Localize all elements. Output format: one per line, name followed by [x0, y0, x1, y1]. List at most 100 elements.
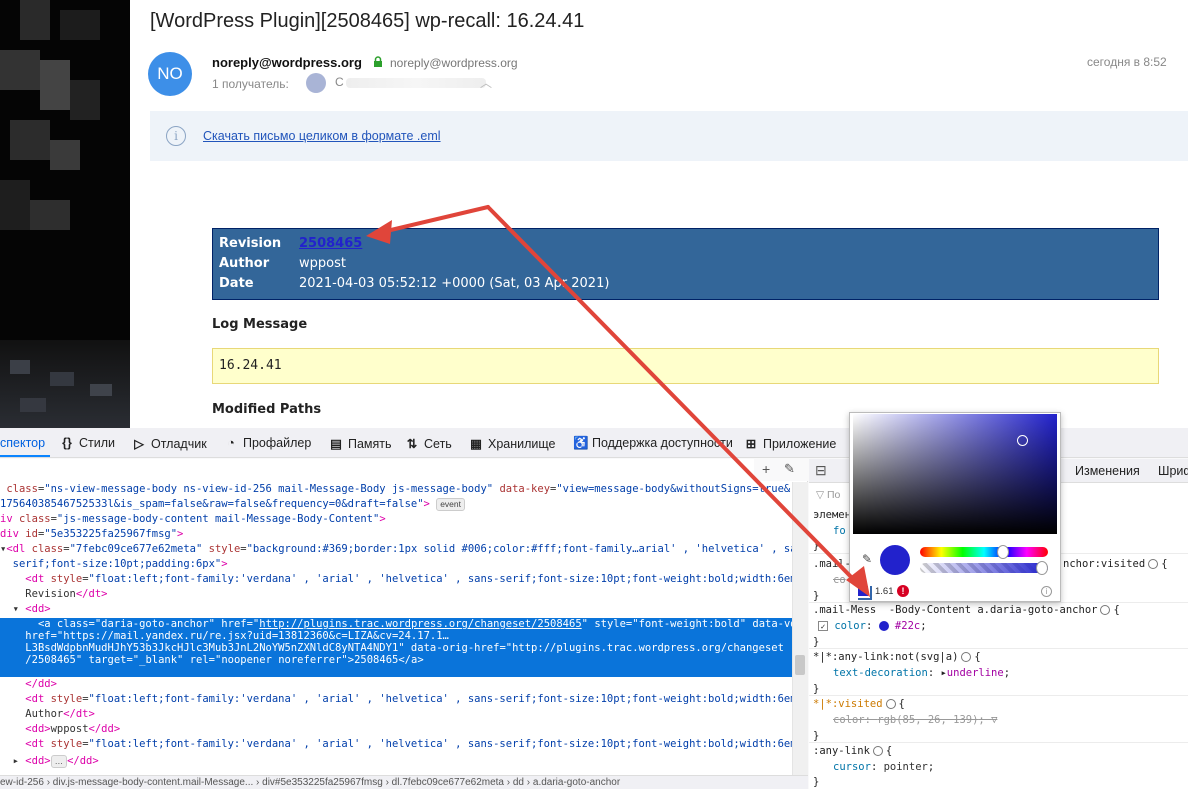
- filter-icon: ▽: [816, 489, 825, 501]
- info-icon[interactable]: i: [1041, 586, 1052, 597]
- filter-icon[interactable]: ▽: [991, 714, 997, 726]
- download-eml-link[interactable]: Скачать письмо целиком в формате .eml: [203, 129, 441, 143]
- tab-profiler[interactable]: ◔ Профайлер: [224, 436, 311, 450]
- checkbox-icon[interactable]: ✓: [818, 621, 828, 631]
- alpha-slider-handle[interactable]: [1036, 561, 1048, 575]
- memory-icon: ▤: [330, 437, 342, 451]
- inspector-toolbar: + ✎: [754, 459, 808, 481]
- markup-line[interactable]: <dd>wppost</dd>: [0, 723, 120, 735]
- left-pixelated-panel: [0, 0, 130, 428]
- warning-icon: !: [897, 585, 909, 597]
- markup-line[interactable]: ▾ <dd>: [0, 603, 51, 615]
- markup-line[interactable]: <dt style="float:left;font-family:'verda…: [0, 573, 807, 585]
- recipient-initial: С: [335, 75, 344, 89]
- gear-icon[interactable]: [872, 746, 883, 756]
- date-label: Date: [219, 276, 254, 291]
- markup-line[interactable]: <dt style="float:left;font-family:'verda…: [0, 693, 807, 705]
- arrows-updown-icon: ⇅: [406, 437, 418, 451]
- markup-line[interactable]: ▸ <dd>… </dd>: [0, 755, 99, 768]
- contrast-swatch: [856, 584, 870, 598]
- sender-avatar[interactable]: NO: [148, 52, 192, 96]
- markup-line[interactable]: div id="5e353225fa25967fmsg">: [0, 528, 183, 540]
- breadcrumb[interactable]: ew-id-256 › div.js-message-body-content.…: [0, 775, 808, 789]
- screenshot-root: [WordPress Plugin][2508465] wp-recall: 1…: [0, 0, 1188, 789]
- markup-line[interactable]: ▾<dl class="7febc09ce677e62meta" style="…: [0, 543, 807, 555]
- tab-network[interactable]: ⇅ Сеть: [405, 436, 452, 451]
- filter-styles-input[interactable]: ▽ По: [816, 489, 840, 501]
- alpha-slider[interactable]: [920, 563, 1048, 573]
- storage-icon: ▦: [470, 437, 482, 451]
- markup-line[interactable]: 17564038546752533l&is_spam=false&raw=fal…: [0, 498, 465, 511]
- markup-line[interactable]: Revision</dt>: [0, 588, 107, 600]
- saturation-value-area[interactable]: [853, 414, 1057, 534]
- markup-line[interactable]: <dt style="float:left;font-family:'verda…: [0, 738, 807, 750]
- tab-fonts[interactable]: Шриф: [1158, 464, 1188, 478]
- color-swatch[interactable]: [878, 621, 889, 631]
- rule4-declaration[interactable]: color: rgb(85, 26, 139); ▽: [833, 714, 997, 726]
- tab-accessibility[interactable]: ♿ Поддержка доступности: [573, 436, 733, 451]
- rule1-selector-tail[interactable]: nchor:visited{: [1063, 558, 1168, 570]
- eyedropper-icon[interactable]: ✎: [862, 552, 872, 566]
- mail-time: сегодня в 8:52: [1087, 55, 1167, 69]
- sender-name[interactable]: noreply@wordpress.org: [212, 55, 362, 70]
- tab-storage[interactable]: ▦ Хранилище: [469, 436, 555, 451]
- mail-subject: [WordPress Plugin][2508465] wp-recall: 1…: [150, 10, 585, 32]
- grid-icon: ⊞: [745, 437, 757, 451]
- inspector-markup-view[interactable]: class="ns-view-message-body ns-view-id-2…: [0, 459, 808, 775]
- author-label: Author: [219, 256, 270, 271]
- tab-memory[interactable]: ▤ Память: [329, 436, 391, 451]
- gear-icon[interactable]: [961, 652, 972, 662]
- accessibility-icon: ♿: [573, 436, 589, 450]
- date-row: Date 2021-04-03 05:52:12 +0000 (Sat, 03 A…: [219, 276, 609, 291]
- rule5-selector[interactable]: :any-link{: [813, 745, 892, 757]
- markup-line[interactable]: class="ns-view-message-body ns-view-id-2…: [0, 483, 790, 495]
- revision-link[interactable]: 2508465: [299, 236, 362, 251]
- rule4-selector[interactable]: *|*:visited{: [813, 698, 905, 710]
- selected-markup-node[interactable]: <a class="daria-goto-anchor" href="http:…: [0, 618, 807, 677]
- tab-inspector[interactable]: спектор: [0, 436, 45, 450]
- markup-line[interactable]: iv class="js-message-body-content mail-M…: [0, 513, 386, 525]
- rule1-prop[interactable]: co: [833, 574, 846, 586]
- revision-label: Revision: [219, 236, 282, 251]
- gear-icon[interactable]: [1100, 605, 1111, 615]
- active-tab-indicator: [0, 455, 50, 457]
- date-value: 2021-04-03 05:52:12 +0000 (Sat, 03 Apr 2…: [299, 276, 610, 291]
- element-rule-prop: fo: [833, 525, 846, 537]
- sender-email: noreply@wordpress.org: [390, 56, 518, 70]
- author-value: wppost: [299, 256, 346, 271]
- info-icon: i: [166, 126, 186, 146]
- rule3-declaration[interactable]: text-decoration: ▸underline;: [833, 667, 1010, 679]
- recipient-avatar[interactable]: [306, 73, 326, 93]
- recipients-label: 1 получатель:: [212, 77, 289, 91]
- event-badge[interactable]: event: [436, 498, 465, 511]
- layout-toggle-icon[interactable]: ⊟: [815, 462, 827, 479]
- revision-meta-box: Revision 2508465 Author wppost Date 2021-04…: [212, 228, 1159, 300]
- rule3-selector[interactable]: *|*:any-link:not(svg|a){: [813, 651, 981, 663]
- rule2-selector[interactable]: .mail-Mess ‑Body-Content a.daria-goto-an…: [813, 604, 1120, 616]
- eyedropper-icon[interactable]: ✎: [784, 461, 795, 477]
- gear-icon[interactable]: [885, 699, 896, 709]
- gear-icon[interactable]: [1148, 559, 1159, 569]
- markup-line[interactable]: Author</dt>: [0, 708, 95, 720]
- revision-row: Revision 2508465: [219, 236, 362, 251]
- tab-debugger[interactable]: ▷ Отладчик: [132, 436, 207, 451]
- braces-icon: {}: [62, 436, 72, 450]
- debugger-icon: ▷: [134, 437, 144, 451]
- rule2-declaration[interactable]: ✓ color: #22c;: [818, 620, 927, 632]
- color-pointer[interactable]: [1017, 435, 1028, 446]
- tab-styles[interactable]: {} Стили: [60, 436, 115, 450]
- inspector-scroll-thumb[interactable]: [795, 655, 805, 675]
- inspector-scrollbar[interactable]: [792, 482, 808, 775]
- tab-changes[interactable]: Изменения: [1075, 464, 1140, 478]
- rule5-declaration[interactable]: cursor: pointer;: [833, 761, 934, 773]
- add-node-icon[interactable]: +: [762, 461, 770, 477]
- lock-icon: [374, 56, 382, 67]
- rule1-selector[interactable]: .mail-: [813, 558, 851, 570]
- hue-slider[interactable]: [920, 547, 1048, 557]
- markup-line[interactable]: </dd>: [0, 678, 57, 690]
- tab-application[interactable]: ⊞ Приложение: [744, 436, 837, 451]
- hue-slider-handle[interactable]: [997, 545, 1009, 559]
- contrast-ratio: 1.61: [875, 586, 894, 597]
- markup-line[interactable]: serif;font-size:10pt;padding:6px">: [0, 558, 228, 570]
- chevron-up-icon[interactable]: ︿: [480, 74, 492, 91]
